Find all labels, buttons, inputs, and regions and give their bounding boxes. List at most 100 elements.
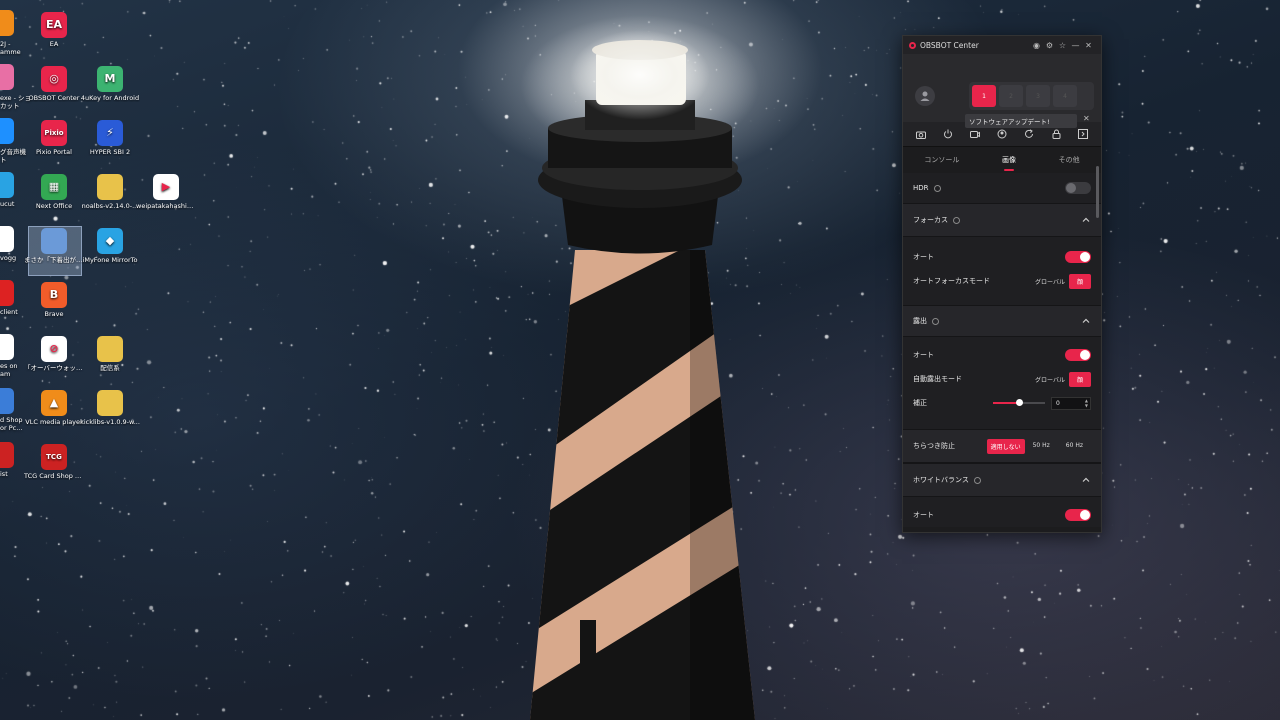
hdr-row: HDR <box>903 173 1101 203</box>
desktop-shortcut[interactable]: B Brave <box>24 282 84 318</box>
white-balance-auto-toggle[interactable] <box>1065 509 1091 521</box>
flicker-option-60hz[interactable]: 60 Hz <box>1058 439 1091 454</box>
exposure-auto-row: オート <box>903 343 1101 367</box>
camera-slot-2[interactable]: 2 <box>999 85 1023 107</box>
focus-info-icon[interactable] <box>953 216 960 224</box>
desktop-shortcut[interactable]: Pixio Pixio Portal <box>24 120 84 156</box>
desktop-shortcut[interactable]: noalbs-v2.14.0-... <box>80 174 140 210</box>
exposure-section-label: 露出 <box>913 317 927 325</box>
slider-knob[interactable] <box>1016 399 1023 406</box>
desktop-shortcut[interactable]: 配信系 <box>80 336 140 372</box>
cropped-shortcut-icon[interactable] <box>0 388 14 414</box>
tab-console[interactable]: コンソール <box>918 151 965 169</box>
desktop-shortcut[interactable]: TCG TCG Card Shop Simulator <box>24 444 84 480</box>
cropped-shortcut-label: exe - ショ <box>0 94 32 102</box>
flicker-option-50hz[interactable]: 50 Hz <box>1025 439 1058 454</box>
video-file-icon: ▶ <box>153 174 179 200</box>
white-balance-section-label: ホワイトバランス <box>913 476 969 484</box>
focus-auto-row: オート <box>903 245 1101 269</box>
focus-auto-label: オート <box>913 253 934 261</box>
tab-image[interactable]: 画像 <box>996 151 1022 171</box>
exposure-mode-face[interactable]: 顔 <box>1068 371 1091 387</box>
minimize-button[interactable]: — <box>1069 41 1082 50</box>
desktop-shortcut[interactable]: ▦ Next Office <box>24 174 84 210</box>
stepper-arrows-icon[interactable]: ▲ ▼ <box>1085 398 1088 408</box>
title-bar[interactable]: OBSBOT Center ◉ ⚙ ☆ — ✕ <box>903 36 1101 54</box>
flicker-option-off[interactable]: 適用しない <box>986 438 1025 454</box>
cropped-shortcut-label: amme <box>0 48 21 56</box>
privacy-lock-icon[interactable] <box>1049 127 1063 141</box>
chevron-up-icon[interactable] <box>1081 475 1091 485</box>
cropped-shortcut-icon[interactable] <box>0 280 14 306</box>
cropped-shortcut-icon[interactable] <box>0 118 14 144</box>
white-balance-info-icon[interactable] <box>973 476 981 484</box>
record-video-icon[interactable] <box>968 127 982 141</box>
desktop-shortcut[interactable]: ◎ OBSBOT Center <box>24 66 84 102</box>
focus-mode-global[interactable]: グローバル <box>1031 274 1069 289</box>
desktop-shortcut[interactable]: まさか「下着出が美女ですって... <box>24 228 84 264</box>
exposure-auto-toggle[interactable] <box>1065 349 1091 361</box>
exposure-compensation-input[interactable]: 0 ▲ ▼ <box>1051 396 1091 410</box>
chevron-up-icon[interactable] <box>1081 316 1091 326</box>
webcam-mode-icon[interactable]: ◉ <box>1030 41 1043 50</box>
cropped-shortcut-label: am <box>0 370 11 378</box>
desktop-shortcut-label: weipatakahashi_... <box>136 202 196 210</box>
exposure-info-icon[interactable] <box>932 317 939 325</box>
cropped-shortcut-icon[interactable] <box>0 334 14 360</box>
cropped-shortcut-icon[interactable] <box>0 172 14 198</box>
desktop-shortcut-label: まさか「下着出が美女ですって... <box>24 256 84 264</box>
desktop-shortcut[interactable]: ⚡ HYPER SBI 2 <box>80 120 140 156</box>
desktop-shortcut[interactable]: kicklibs-v1.0.9-w... <box>80 390 140 426</box>
next-office-icon: ▦ <box>41 174 67 200</box>
reset-gimbal-icon[interactable] <box>1022 127 1036 141</box>
desktop-shortcut[interactable]: M 4uKey for Android <box>80 66 140 102</box>
white-balance-section-header[interactable]: ホワイトバランス <box>903 463 1101 497</box>
snapshot-camera-icon[interactable] <box>914 127 928 141</box>
desktop-shortcut[interactable]: ▶ weipatakahashi_... <box>136 174 196 210</box>
desktop-shortcut[interactable]: ◆ iMyFone MirrorTo <box>80 228 140 264</box>
chevron-up-icon[interactable] <box>1081 215 1091 225</box>
desktop-shortcut[interactable]: ▲ VLC media player <box>24 390 84 426</box>
desktop-shortcut-label: iMyFone MirrorTo <box>82 256 138 264</box>
settings-icon[interactable]: ⚙ <box>1043 41 1056 50</box>
expand-panel-icon[interactable] <box>1076 127 1090 141</box>
window-title: OBSBOT Center <box>920 40 979 50</box>
close-button[interactable]: ✕ <box>1082 41 1095 50</box>
desktop-shortcut-label: 「オーバーウォッチ 2」 <box>24 364 84 372</box>
obsbot-center-icon: ◎ <box>41 66 67 92</box>
focus-section-header[interactable]: フォーカス <box>903 203 1101 237</box>
camera-slot-1[interactable]: 1 <box>972 85 996 107</box>
update-notice[interactable]: ソフトウェアアップデート! <box>965 114 1077 128</box>
cropped-shortcut-label: es on <box>0 362 18 370</box>
focus-mode-label: オートフォーカスモード <box>913 277 990 285</box>
desktop-shortcut[interactable]: EA EA <box>24 12 84 48</box>
user-avatar-icon[interactable] <box>915 86 935 106</box>
update-close-icon[interactable]: ✕ <box>1083 114 1090 123</box>
cropped-shortcut-label: ist <box>0 470 8 478</box>
cropped-shortcut-icon[interactable] <box>0 226 14 252</box>
camera-slot-3[interactable]: 3 <box>1026 85 1050 107</box>
power-icon[interactable] <box>941 127 955 141</box>
hdr-info-icon[interactable] <box>933 184 941 192</box>
cropped-shortcut-icon[interactable] <box>0 10 14 36</box>
hdr-toggle[interactable] <box>1065 182 1091 194</box>
ai-tracking-icon[interactable] <box>995 127 1009 141</box>
exposure-compensation-label: 補正 <box>913 399 927 407</box>
imyfone-icon: ◆ <box>97 228 123 254</box>
cropped-shortcut-label: vogg <box>0 254 17 262</box>
cropped-shortcut-icon[interactable] <box>0 64 14 90</box>
pin-icon[interactable]: ☆ <box>1056 41 1069 50</box>
tab-other[interactable]: その他 <box>1053 151 1086 169</box>
settings-tabs: コンソール 画像 その他 <box>903 147 1101 173</box>
camera-slot-4[interactable]: 4 <box>1053 85 1077 107</box>
exposure-compensation-slider[interactable] <box>993 399 1045 406</box>
cropped-shortcut-icon[interactable] <box>0 442 14 468</box>
exposure-section-header[interactable]: 露出 <box>903 305 1101 337</box>
focus-mode-face[interactable]: 顔 <box>1068 273 1091 289</box>
focus-auto-toggle[interactable] <box>1065 251 1091 263</box>
exposure-mode-label: 自動露出モード <box>913 375 962 383</box>
settings-scrollbar[interactable] <box>1096 166 1099 218</box>
exposure-mode-global[interactable]: グローバル <box>1031 372 1069 387</box>
desktop-shortcut[interactable]: ⊘ 「オーバーウォッチ 2」 <box>24 336 84 372</box>
desktop-shortcut-label: VLC media player <box>25 418 83 426</box>
